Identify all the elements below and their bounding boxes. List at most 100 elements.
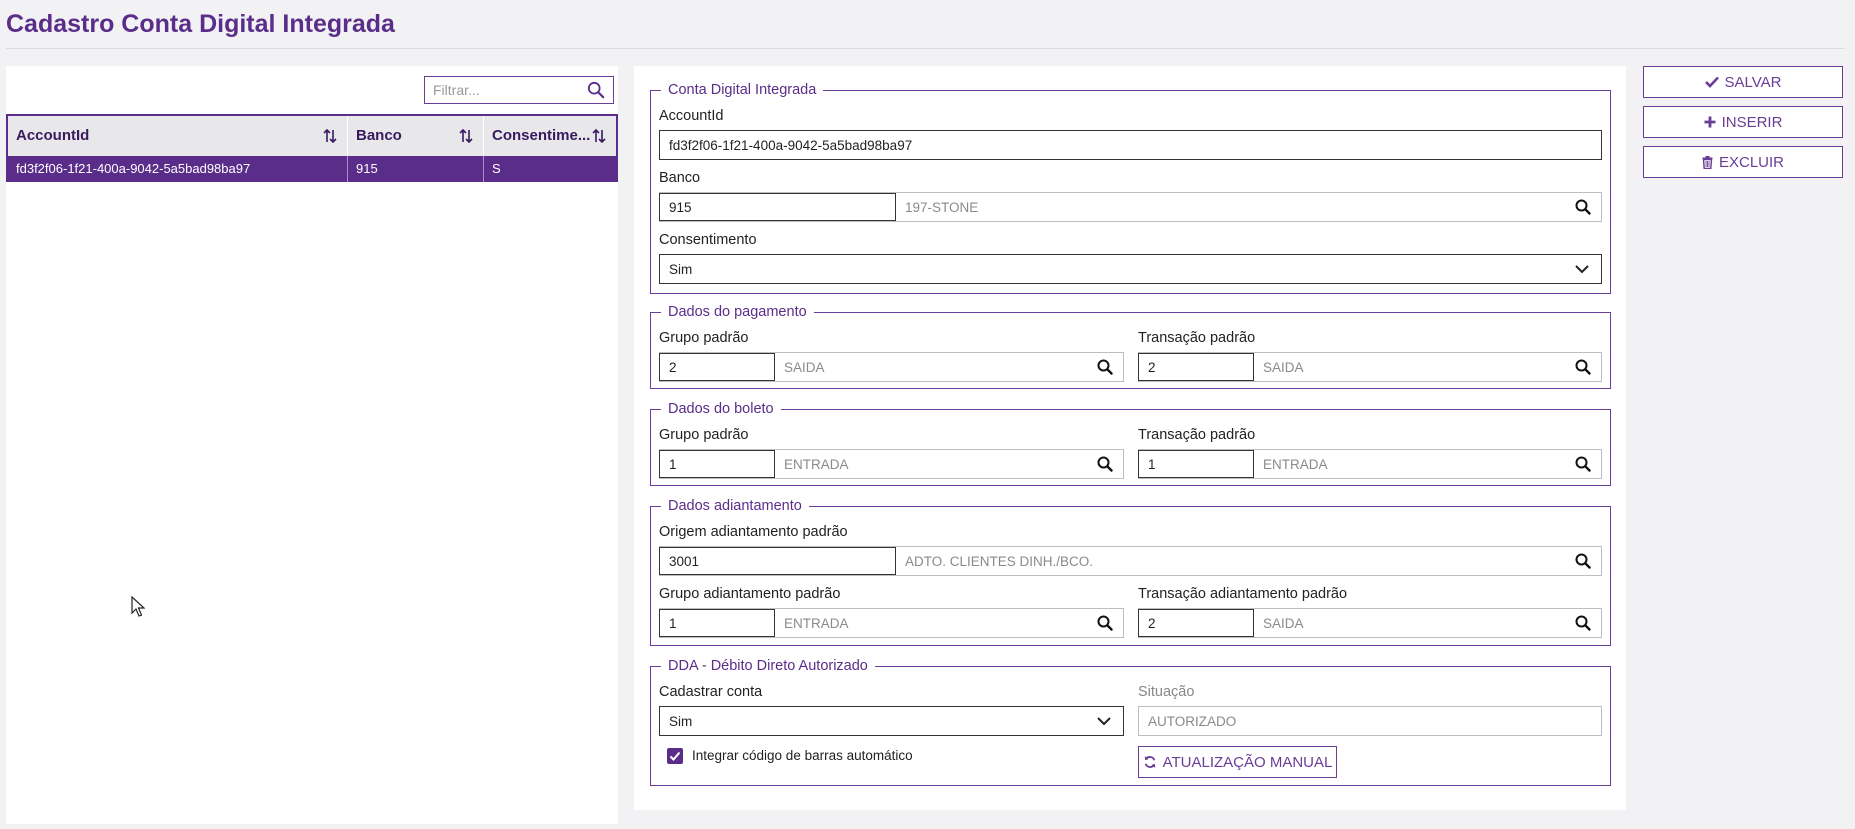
chevron-down-icon [1575,265,1589,274]
search-icon[interactable] [1575,199,1591,215]
grupo-code-input[interactable]: 1 [659,450,775,478]
records-table: AccountId Banco Consentime... fd3f2f06-1… [6,114,618,182]
grupo-code-input[interactable]: 2 [659,353,775,381]
banco-description: 197-STONE [905,199,979,215]
accountid-field[interactable]: fd3f2f06-1f21-400a-9042-5a5bad98ba97 [659,130,1602,160]
sort-icon[interactable] [323,128,337,144]
page-title: Cadastro Conta Digital Integrada [6,10,395,38]
banco-lookup: 915 197-STONE [659,192,1602,222]
accountid-label: AccountId [659,108,724,124]
section-legend: DDA - Débito Direto Autorizado [668,658,868,674]
origem-lookup: 3001 ADTO. CLIENTES DINH./BCO. [659,546,1602,576]
integrar-barcode-label: Integrar código de barras automático [692,748,913,763]
transacao-adiantamento-code-input[interactable]: 2 [1138,609,1254,637]
column-header-label: AccountId [16,127,90,144]
situacao-field: AUTORIZADO [1138,706,1602,736]
sort-icon[interactable] [592,128,606,144]
grupo-adiantamento-lookup: 1 ENTRADA [659,608,1124,638]
origem-label: Origem adiantamento padrão [659,524,848,540]
trash-icon [1702,155,1713,169]
grupo-lookup: 1 ENTRADA [659,449,1124,479]
mouse-cursor-icon [131,596,145,617]
filter-input[interactable] [425,77,591,103]
check-icon [1704,76,1719,88]
insert-button[interactable]: INSERIR [1643,106,1843,138]
transacao-adiantamento-label: Transação adiantamento padrão [1138,586,1348,602]
cell-accountid: fd3f2f06-1f21-400a-9042-5a5bad98ba97 [8,156,348,182]
refresh-icon [1144,756,1155,768]
section-conta-digital: Conta Digital Integrada AccountId fd3f2f… [650,82,1611,294]
situacao-label: Situação [1138,684,1195,700]
search-icon[interactable] [1097,456,1113,472]
transacao-code-input[interactable]: 2 [1138,353,1254,381]
section-legend: Conta Digital Integrada [668,82,817,98]
grupo-lookup: 2 SAIDA [659,352,1124,382]
column-header-label: Consentime... [492,127,591,144]
cadastrar-value: Sim [669,713,693,729]
grupo-adiantamento-description: ENTRADA [784,615,849,631]
grupo-adiantamento-label: Grupo adiantamento padrão [659,586,841,602]
delete-button[interactable]: EXCLUIR [1643,146,1843,178]
column-header-accountid[interactable]: AccountId [8,116,348,156]
origem-code-input[interactable]: 3001 [659,547,896,575]
consentimento-label: Consentimento [659,232,757,248]
grupo-description: ENTRADA [784,456,849,472]
search-icon[interactable] [1575,456,1591,472]
atualizacao-manual-label: ATUALIZAÇÃO MANUAL [1162,753,1333,771]
banco-label: Banco [659,170,701,186]
records-panel: AccountId Banco Consentime... [6,66,618,824]
transacao-adiantamento-lookup: 2 SAIDA [1138,608,1602,638]
table-header: AccountId Banco Consentime... [8,116,616,156]
search-icon[interactable] [1575,553,1591,569]
section-boleto: Dados do boleto Grupo padrão 1 ENTRADA T… [650,401,1611,486]
save-button[interactable]: SALVAR [1643,66,1843,98]
grupo-description: SAIDA [784,359,825,375]
filter-box[interactable] [424,76,614,104]
search-icon[interactable] [1097,615,1113,631]
transacao-lookup: 1 ENTRADA [1138,449,1602,479]
table-row[interactable]: fd3f2f06-1f21-400a-9042-5a5bad98ba97 915… [8,156,616,182]
title-divider [6,48,1845,49]
banco-code-input[interactable]: 915 [659,193,896,221]
column-header-label: Banco [356,127,402,144]
transacao-description: ENTRADA [1263,456,1328,472]
plus-icon [1704,116,1716,128]
transacao-lookup: 2 SAIDA [1138,352,1602,382]
sort-icon[interactable] [459,128,473,144]
transacao-description: SAIDA [1263,359,1304,375]
column-header-consentimento[interactable]: Consentime... [484,116,616,156]
section-adiantamento: Dados adiantamento Origem adiantamento p… [650,498,1611,646]
search-icon[interactable] [1575,615,1591,631]
column-header-banco[interactable]: Banco [348,116,484,156]
search-icon[interactable] [1575,359,1591,375]
transacao-label: Transação padrão [1138,330,1256,346]
chevron-down-icon [1097,717,1111,726]
cadastrar-label: Cadastrar conta [659,684,763,700]
save-label: SALVAR [1724,73,1782,91]
grupo-label: Grupo padrão [659,330,749,346]
insert-label: INSERIR [1721,113,1783,131]
check-icon [669,751,681,761]
delete-label: EXCLUIR [1718,153,1785,171]
atualizacao-manual-button[interactable]: ATUALIZAÇÃO MANUAL [1138,746,1337,778]
consentimento-value: Sim [669,261,693,277]
origem-description: ADTO. CLIENTES DINH./BCO. [905,553,1094,569]
search-icon[interactable] [1097,359,1113,375]
integrar-barcode-checkbox[interactable] [667,748,683,764]
transacao-label: Transação padrão [1138,427,1256,443]
transacao-adiantamento-description: SAIDA [1263,615,1304,631]
transacao-code-input[interactable]: 1 [1138,450,1254,478]
search-icon[interactable] [587,81,605,99]
grupo-label: Grupo padrão [659,427,749,443]
cell-banco: 915 [348,156,484,182]
form-panel: Conta Digital Integrada AccountId fd3f2f… [634,66,1626,810]
section-legend: Dados adiantamento [668,498,802,514]
section-pagamento: Dados do pagamento Grupo padrão 2 SAIDA … [650,304,1611,389]
grupo-adiantamento-code-input[interactable]: 1 [659,609,775,637]
section-dda: DDA - Débito Direto Autorizado Cadastrar… [650,658,1611,786]
section-legend: Dados do pagamento [668,304,807,320]
section-legend: Dados do boleto [668,401,774,417]
cadastrar-select[interactable]: Sim [659,706,1124,736]
cell-consentimento: S [492,161,501,176]
consentimento-select[interactable]: Sim [659,254,1602,284]
